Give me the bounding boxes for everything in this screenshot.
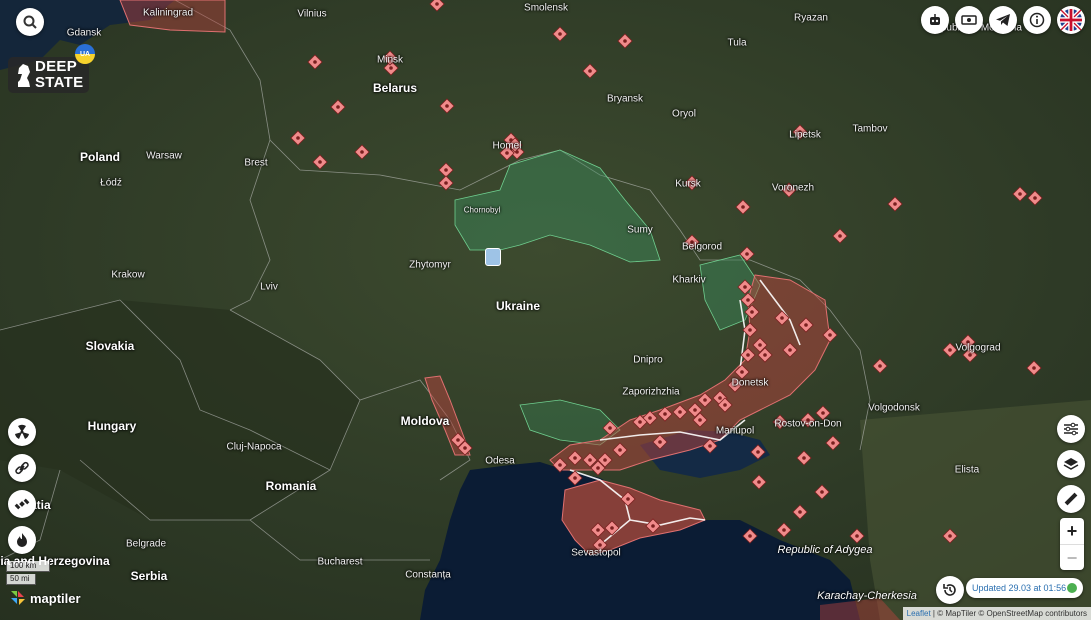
zoom-in-button[interactable]: + — [1060, 518, 1084, 544]
attribution-text: © MapTiler © OpenStreetMap contributors — [937, 609, 1087, 618]
deepstate-logo[interactable]: DEEP STATE — [8, 57, 89, 93]
uk-flag-icon — [1060, 9, 1082, 31]
knight-icon — [18, 64, 30, 87]
robot-icon — [930, 14, 940, 25]
leaflet-link[interactable]: Leaflet — [907, 609, 931, 618]
filters-button[interactable] — [1057, 415, 1085, 443]
fire-icon — [17, 533, 27, 547]
scale-bar: 100 km 50 mi — [6, 561, 50, 587]
radiation-button[interactable] — [8, 418, 36, 446]
attribution: Leaflet | © MapTiler © OpenStreetMap con… — [902, 607, 1091, 620]
status-dot — [1067, 583, 1077, 593]
ua-badge[interactable]: UA — [75, 44, 95, 64]
history-button[interactable] — [936, 576, 964, 604]
radiation-icon — [15, 424, 29, 439]
telegram-button[interactable] — [989, 6, 1017, 34]
satellite-button[interactable] — [8, 490, 36, 518]
info-button[interactable] — [1023, 6, 1051, 34]
updated-text: Updated 29.03 at 01:56 — [972, 583, 1067, 593]
bot-button[interactable] — [921, 6, 949, 34]
info-icon — [1029, 12, 1045, 28]
zoom-out-button[interactable]: − — [1060, 544, 1084, 571]
satellite-icon — [14, 498, 30, 510]
layers-icon — [1063, 458, 1079, 470]
logo-line1: DEEP — [35, 58, 78, 75]
scale-imperial: 50 mi — [6, 574, 36, 585]
logo-line2: STATE — [35, 74, 84, 91]
language-button[interactable] — [1057, 6, 1085, 34]
maptiler-logo[interactable]: maptiler — [10, 590, 81, 606]
telegram-icon — [996, 14, 1010, 26]
maptiler-icon — [11, 591, 25, 605]
ruler-icon — [1064, 492, 1078, 506]
cash-icon — [961, 15, 977, 25]
layers-button[interactable] — [1057, 450, 1085, 478]
donate-button[interactable] — [955, 6, 983, 34]
search-icon — [23, 15, 37, 29]
history-icon — [943, 584, 956, 596]
kyiv-shield-icon — [485, 248, 501, 266]
map-canvas[interactable] — [0, 0, 1091, 620]
updated-status[interactable]: Updated 29.03 at 01:56 — [966, 578, 1083, 598]
filter-sliders-icon — [1064, 422, 1078, 436]
fire-button[interactable] — [8, 526, 36, 554]
scale-metric: 100 km — [6, 561, 50, 572]
link-icon — [15, 461, 29, 475]
maptiler-text: maptiler — [30, 590, 81, 606]
ruler-button[interactable] — [1057, 485, 1085, 513]
search-button[interactable] — [16, 8, 44, 36]
link-button[interactable] — [8, 454, 36, 482]
zoom-control: + − — [1060, 518, 1084, 570]
